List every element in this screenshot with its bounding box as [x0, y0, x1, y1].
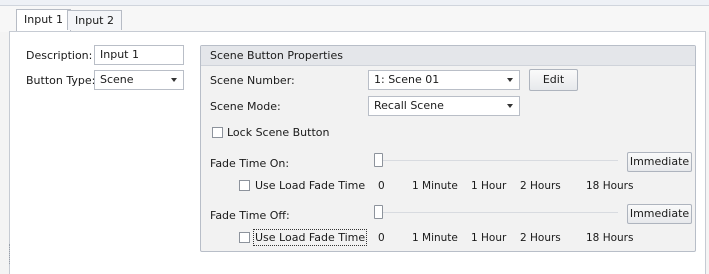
scene-number-select[interactable]: 1: Scene 01 [368, 70, 520, 90]
scene-number-label: Scene Number: [210, 74, 295, 87]
chevron-down-icon[interactable] [507, 78, 513, 82]
fade-off-use-load-label: Use Load Fade Time [252, 229, 368, 246]
fade-on-tick: 2 Hours [520, 180, 561, 192]
fade-off-slider-track[interactable] [378, 212, 618, 213]
splitter-handle[interactable] [9, 244, 11, 264]
button-type-value: Scene [100, 73, 134, 86]
fade-on-use-load-checkbox[interactable] [239, 180, 250, 191]
fade-on-tick: 18 Hours [586, 180, 634, 192]
fade-off-tick: 1 Minute [412, 232, 458, 244]
fade-off-use-load-checkbox[interactable] [239, 232, 250, 243]
scene-mode-value: Recall Scene [374, 99, 444, 112]
group-title: Scene Button Properties [201, 46, 695, 66]
fade-time-off-label: Fade Time Off: [210, 209, 290, 222]
fade-on-tick: 1 Hour [471, 180, 507, 192]
fade-on-slider-track[interactable] [378, 160, 618, 161]
chevron-down-icon[interactable] [171, 78, 177, 82]
fade-on-tick: 0 [378, 180, 385, 192]
description-label: Description: [26, 49, 93, 62]
lock-scene-label: Lock Scene Button [227, 126, 330, 139]
chevron-down-icon[interactable] [507, 104, 513, 108]
lock-scene-checkbox[interactable] [212, 127, 223, 138]
fade-on-slider-thumb[interactable] [374, 153, 383, 167]
button-type-label: Button Type: [26, 74, 96, 87]
fade-off-tick: 18 Hours [586, 232, 634, 244]
scene-mode-label: Scene Mode: [210, 100, 281, 113]
tab-input-2[interactable]: Input 2 [67, 10, 122, 30]
edit-button[interactable]: Edit [529, 69, 578, 91]
fade-off-tick: 2 Hours [520, 232, 561, 244]
fade-off-immediate-button[interactable]: Immediate [627, 204, 692, 224]
scene-mode-select[interactable]: Recall Scene [368, 96, 520, 116]
tab-input-1[interactable]: Input 1 [16, 9, 71, 31]
fade-off-tick: 1 Hour [471, 232, 507, 244]
description-input[interactable]: Input 1 [94, 45, 184, 65]
fade-time-on-label: Fade Time On: [210, 157, 290, 170]
fade-on-tick: 1 Minute [412, 180, 458, 192]
button-type-select[interactable]: Scene [94, 70, 184, 90]
fade-off-slider-thumb[interactable] [374, 205, 383, 219]
fade-on-use-load-label: Use Load Fade Time [255, 179, 366, 192]
scene-number-value: 1: Scene 01 [374, 73, 440, 86]
fade-off-tick: 0 [378, 232, 385, 244]
fade-on-immediate-button[interactable]: Immediate [627, 152, 692, 172]
